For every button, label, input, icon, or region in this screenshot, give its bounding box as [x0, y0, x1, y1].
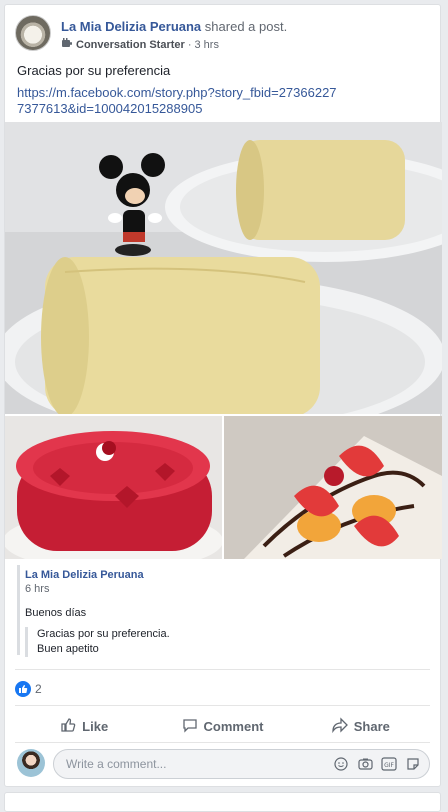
- strawberry-cake-photo: [5, 416, 222, 559]
- quote-inner-line2: Buen apetito: [37, 643, 99, 655]
- quote-author[interactable]: La Mia Delizia Peruana: [25, 569, 144, 581]
- quote-greeting: Buenos días: [25, 607, 87, 619]
- fruit-roll-photo: [224, 416, 442, 559]
- sticker-icon[interactable]: [405, 756, 421, 772]
- photo-strawberry-cake[interactable]: [5, 416, 222, 559]
- user-avatar[interactable]: [17, 749, 45, 777]
- photo-fruit-roll[interactable]: [224, 416, 442, 559]
- badge-label: Conversation Starter: [76, 39, 185, 51]
- post-meta: Conversation Starter · 3 hrs: [61, 38, 219, 52]
- comment-label: Comment: [203, 718, 264, 734]
- comment-input[interactable]: [64, 756, 288, 772]
- cake-roll-photo: [5, 122, 442, 414]
- shared-text: shared a post.: [204, 19, 288, 34]
- header-title: La Mia Delizia Peruana shared a post.: [61, 19, 287, 34]
- post-time[interactable]: 3 hrs: [194, 39, 218, 51]
- reaction-count: 2: [35, 682, 42, 696]
- post-header: La Mia Delizia Peruana shared a post. Co…: [15, 15, 430, 55]
- like-button[interactable]: Like: [15, 710, 153, 742]
- quote-inner: Gracias por su preferencia. Buen apetito: [25, 627, 170, 657]
- comment-icon: [182, 717, 198, 736]
- action-bar: Like Comment Share: [15, 710, 430, 742]
- share-button[interactable]: Share: [292, 710, 430, 742]
- divider: [15, 742, 430, 743]
- page-name-link[interactable]: La Mia Delizia Peruana: [61, 19, 201, 34]
- gif-icon[interactable]: GIF: [381, 756, 397, 772]
- page-avatar[interactable]: [15, 15, 51, 51]
- camera-icon[interactable]: [357, 756, 373, 772]
- next-post-card: [4, 792, 441, 812]
- post-card: La Mia Delizia Peruana shared a post. Co…: [4, 4, 442, 787]
- comment-row: GIF: [15, 749, 430, 781]
- emoji-icon[interactable]: [333, 756, 349, 772]
- quote-time[interactable]: 6 hrs: [25, 583, 49, 595]
- svg-text:GIF: GIF: [384, 762, 394, 769]
- comment-box[interactable]: GIF: [53, 749, 430, 779]
- badge-icon: [61, 38, 72, 52]
- post-text: Gracias por su preferencia: [17, 63, 171, 78]
- comment-button[interactable]: Comment: [153, 710, 291, 742]
- like-icon: [60, 717, 76, 736]
- comment-tools: GIF: [333, 756, 421, 772]
- like-label: Like: [82, 718, 109, 734]
- photo-main[interactable]: [5, 122, 442, 414]
- post-link[interactable]: https://m.facebook.com/story.php?story_f…: [17, 85, 337, 117]
- quote-inner-line1: Gracias por su preferencia.: [37, 628, 170, 640]
- meta-separator: ·: [187, 39, 192, 51]
- divider: [15, 705, 430, 706]
- reaction-summary[interactable]: 2: [15, 681, 42, 697]
- share-icon: [332, 716, 348, 736]
- share-label: Share: [353, 718, 390, 734]
- divider: [15, 669, 430, 670]
- like-reaction-icon: [15, 681, 31, 697]
